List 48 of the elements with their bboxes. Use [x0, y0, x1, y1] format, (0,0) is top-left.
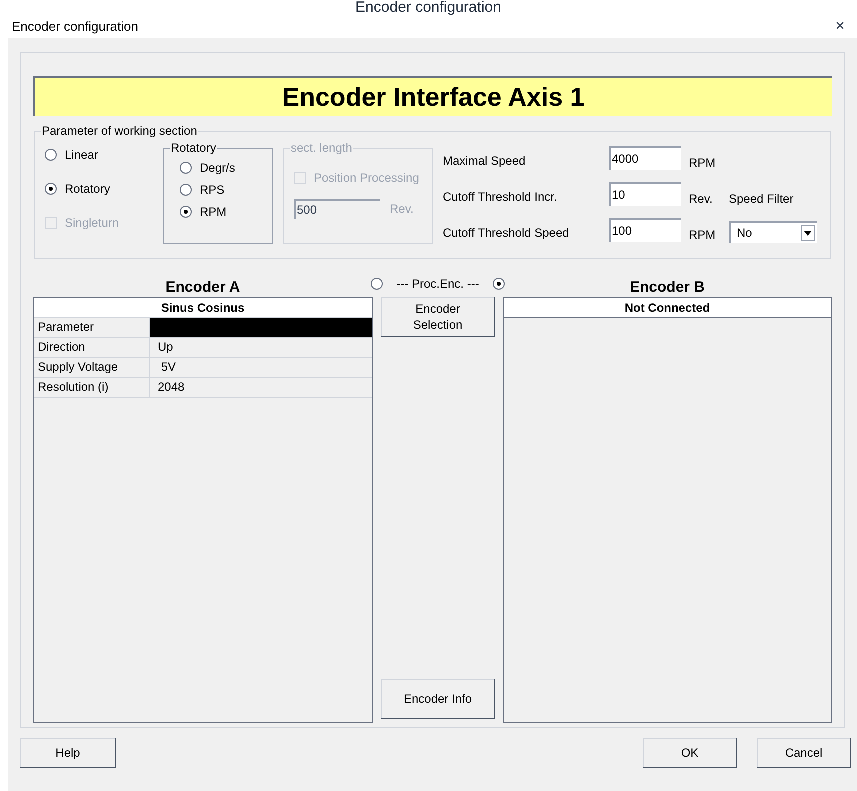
encoder-title: Encoder B	[628, 278, 706, 297]
table-cell-text: 5V	[160, 359, 178, 376]
radio-button[interactable]	[180, 184, 192, 196]
group-label: sect. length	[290, 140, 354, 156]
radio-button[interactable]	[45, 149, 57, 161]
parameter-label: Cutoff Threshold Speed	[443, 225, 570, 242]
checkbox-label: Position Processing	[314, 170, 420, 187]
group-label: Parameter of working section	[41, 123, 198, 139]
speed-filter-dropdown[interactable]: No	[729, 221, 817, 243]
radio-label: RPS	[200, 182, 225, 199]
window-title: Encoder configuration	[12, 18, 138, 36]
radio-button[interactable]	[492, 278, 505, 290]
cancel-button[interactable]: Cancel	[757, 738, 851, 768]
encoder-info-button[interactable]: Encoder Info	[381, 679, 495, 719]
help-button[interactable]: Help	[20, 738, 116, 768]
radio-button[interactable]	[45, 183, 57, 195]
table-cell: Resolution (i)	[34, 378, 150, 397]
encoder-title: Encoder A	[164, 278, 242, 297]
radio-label: Rotatory	[65, 181, 110, 198]
table-cell: Direction	[34, 338, 150, 357]
table-cell-text: 2048	[157, 379, 186, 396]
title-banner: Encoder Interface Axis 1	[33, 76, 832, 116]
encoder-selection-button[interactable]: Encoder Selection	[381, 297, 495, 337]
table-cell-text: Up	[157, 339, 174, 356]
ok-button[interactable]: OK	[643, 738, 737, 768]
table-cell: Supply Voltage	[34, 358, 150, 377]
radio-label: RPM	[200, 204, 227, 221]
parameter-label: Maximal Speed	[443, 153, 527, 170]
radio-label: Linear	[65, 147, 98, 164]
unit-label: RPM	[689, 227, 717, 244]
radio-label: Degr/s	[200, 160, 236, 177]
unit-label: Rev.	[390, 201, 414, 218]
radio-button[interactable]	[180, 162, 192, 174]
table-header: Sinus Cosinus	[34, 298, 372, 318]
parameter-label: Cutoff Threshold Incr.	[443, 189, 558, 206]
unit-label: RPM	[689, 155, 717, 172]
checkbox-label: Singleturn	[65, 215, 120, 232]
radio-button[interactable]	[371, 278, 383, 290]
unit-label: Rev.	[689, 191, 714, 208]
parameter-field[interactable]: 4000	[609, 146, 681, 170]
close-button[interactable]: ×	[836, 19, 845, 35]
parameter-field[interactable]: 100	[609, 218, 681, 242]
speed-filter-label: Speed Filter	[729, 191, 794, 208]
page-caption: Encoder configuration	[356, 0, 502, 16]
proc-enc-label: --- Proc.Enc. ---	[396, 276, 480, 293]
table-header: Not Connected	[504, 298, 831, 318]
radio-button[interactable]	[180, 206, 192, 218]
parameter-field[interactable]: 10	[609, 182, 681, 206]
